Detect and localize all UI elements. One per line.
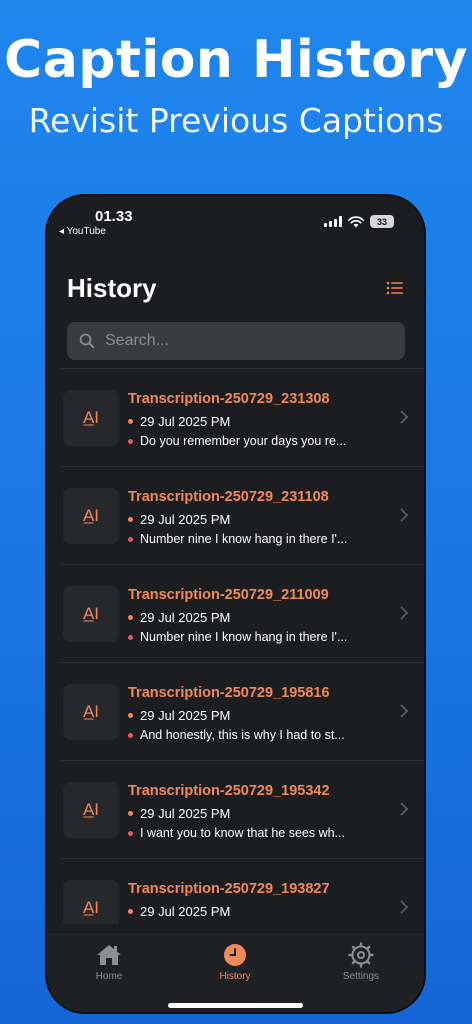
list-icon[interactable] [386,280,404,296]
home-icon [97,945,121,965]
status-icons: 33 [324,215,394,228]
wifi-icon [348,215,364,227]
status-time: 01.33 [95,208,133,225]
row-date-text: 29 Jul 2025 PM [140,414,231,429]
row-snippet: Number nine I know hang in there I'... [128,532,347,546]
row-date-text: 29 Jul 2025 PM [140,610,231,625]
back-to-app-link[interactable]: ◂ YouTube [59,226,106,237]
transcript-thumbnail: A̲I [63,488,119,544]
row-title: Transcription-250729_211009 [128,587,329,603]
row-snippet-text: Number nine I know hang in there I'... [140,532,348,546]
row-title: Transcription-250729_231308 [128,391,330,407]
row-date: 29 Jul 2025 PM [128,806,230,821]
tab-settings[interactable]: Settings [321,941,401,982]
text-cursor-icon: A̲I [82,800,100,819]
phone-frame: 01.33 ◂ YouTube 33 History Search... A̲I… [45,194,426,1014]
history-row[interactable]: A̲I Transcription-250729_195816 29 Jul 2… [61,662,424,760]
row-title: Transcription-250729_195816 [128,685,330,701]
row-date: 29 Jul 2025 PM [128,414,230,429]
gear-icon [348,942,374,968]
row-snippet-text: Number nine I know hang in there I'... [140,630,348,644]
history-row[interactable]: A̲I Transcription-250729_231308 29 Jul 2… [61,368,424,466]
tab-settings-label: Settings [342,971,380,982]
chevron-right-icon [400,606,409,620]
row-title: Transcription-250729_231108 [128,489,329,505]
transcript-thumbnail: A̲I [63,880,119,924]
cellular-signal-icon [324,216,342,227]
page-title: History [67,273,157,303]
row-date: 29 Jul 2025 PM [128,708,230,723]
row-date-text: 29 Jul 2025 PM [140,512,231,527]
search-input[interactable]: Search... [105,332,169,350]
row-snippet: And honestly, this is why I had to st... [128,728,345,742]
search-field[interactable]: Search... [67,322,405,360]
row-date-text: 29 Jul 2025 PM [140,806,231,821]
row-snippet: Number nine I know hang in there I'... [128,630,347,644]
row-date: 29 Jul 2025 PM [128,512,230,527]
row-snippet-text: Do you remember your days you re... [140,434,347,448]
text-cursor-icon: A̲I [82,408,100,427]
transcript-thumbnail: A̲I [63,684,119,740]
row-snippet-text: I want you to know that he sees wh... [140,826,345,840]
history-row[interactable]: A̲I Transcription-250729_193827 29 Jul 2… [61,858,424,924]
history-list[interactable]: A̲I Transcription-250729_231308 29 Jul 2… [61,368,424,924]
history-row[interactable]: A̲I Transcription-250729_231108 29 Jul 2… [61,466,424,564]
text-cursor-icon: A̲I [82,898,100,917]
transcript-thumbnail: A̲I [63,390,119,446]
clock-icon [224,944,246,966]
status-bar: 01.33 ◂ YouTube 33 [47,196,424,240]
tab-home-label: Home [95,971,123,982]
transcript-thumbnail: A̲I [63,586,119,642]
chevron-right-icon [400,410,409,424]
text-cursor-icon: A̲I [82,702,100,721]
tab-history-label: History [219,971,251,982]
row-date: 29 Jul 2025 PM [128,610,230,625]
chevron-right-icon [400,900,409,914]
text-cursor-icon: A̲I [82,506,100,525]
search-icon [79,333,95,349]
history-row[interactable]: A̲I Transcription-250729_211009 29 Jul 2… [61,564,424,662]
row-snippet: I want you to know that he sees wh... [128,826,345,840]
text-cursor-icon: A̲I [82,604,100,623]
battery-icon: 33 [370,215,394,228]
chevron-right-icon [400,508,409,522]
row-date-text: 29 Jul 2025 PM [140,708,231,723]
chevron-right-icon [400,802,409,816]
row-title: Transcription-250729_195342 [128,783,330,799]
chevron-right-icon [400,704,409,718]
transcript-thumbnail: A̲I [63,782,119,838]
promo-subtitle: Revisit Previous Captions [28,101,444,140]
row-snippet-text: And honestly, this is why I had to st... [140,728,345,742]
tab-history[interactable]: History [195,941,275,982]
row-snippet: Do you remember your days you re... [128,434,346,448]
promo-title: Caption History [4,30,468,90]
history-row[interactable]: A̲I Transcription-250729_195342 29 Jul 2… [61,760,424,858]
row-date-text: 29 Jul 2025 PM [140,904,231,919]
tab-home[interactable]: Home [69,941,149,982]
row-title: Transcription-250729_193827 [128,881,330,897]
tab-bar: Home History Settings [47,934,424,1012]
row-date: 29 Jul 2025 PM [128,904,230,919]
home-indicator[interactable] [168,1003,303,1008]
